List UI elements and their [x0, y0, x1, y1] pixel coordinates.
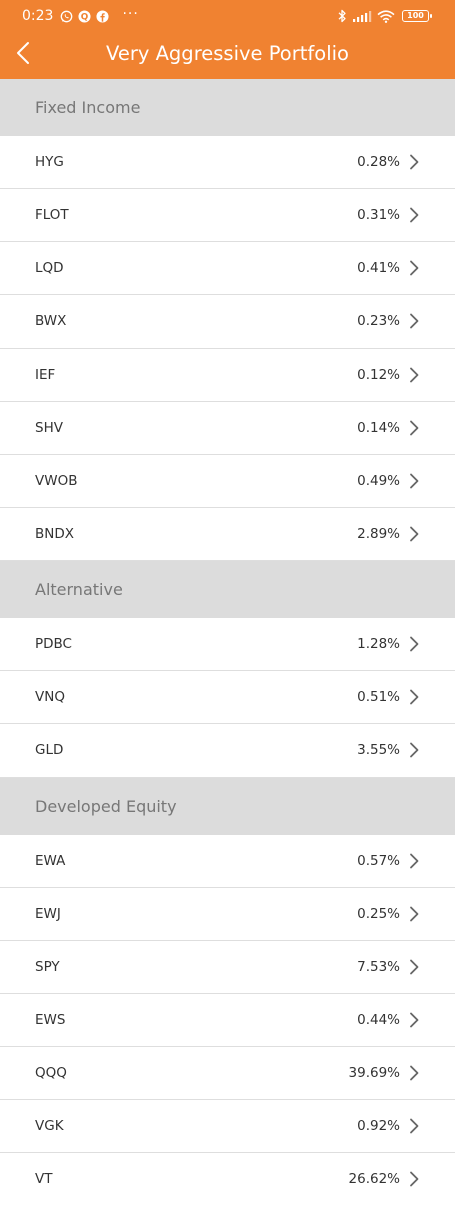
ticker-label: BWX: [35, 313, 67, 330]
weight-value: 0.57%: [357, 852, 400, 869]
status-time: 0:23: [22, 8, 54, 24]
ticker-label: GLD: [35, 742, 64, 759]
weight-value: 2.89%: [357, 526, 400, 543]
weight-value: 0.23%: [357, 313, 400, 330]
list-item[interactable]: EWJ 0.25%: [0, 887, 455, 941]
weight-value: 0.41%: [357, 260, 400, 277]
signal-icon: [352, 10, 372, 22]
wifi-icon: [377, 9, 395, 23]
whatsapp-icon: [60, 10, 73, 23]
chevron-right-icon: [409, 906, 419, 922]
chevron-right-icon: [409, 689, 419, 705]
chevron-right-icon: [409, 207, 419, 223]
svg-text:Q: Q: [81, 12, 89, 22]
weight-value: 0.44%: [357, 1012, 400, 1029]
weight-value: 0.28%: [357, 154, 400, 171]
chevron-right-icon: [409, 1171, 419, 1187]
ticker-label: FLOT: [35, 207, 69, 224]
ticker-label: VGK: [35, 1118, 64, 1135]
ticker-label: EWS: [35, 1012, 66, 1029]
chevron-right-icon: [409, 959, 419, 975]
list-item[interactable]: VWOB 0.49%: [0, 454, 455, 508]
bluetooth-icon: [337, 9, 347, 23]
list-item[interactable]: BNDX 2.89%: [0, 507, 455, 562]
chevron-right-icon: [409, 154, 419, 170]
chevron-right-icon: [409, 636, 419, 652]
list-item[interactable]: EWS 0.44%: [0, 993, 455, 1048]
weight-value: 0.92%: [357, 1118, 400, 1135]
app-header: 0:23 Q ··· 100 Very Aggressive Portfolio: [0, 0, 455, 79]
list-item[interactable]: PDBC 1.28%: [0, 618, 455, 672]
weight-value: 7.53%: [357, 958, 400, 975]
weight-value: 3.55%: [357, 742, 400, 759]
facebook-icon: [96, 9, 109, 23]
list-item[interactable]: IEF 0.12%: [0, 348, 455, 402]
weight-value: 39.69%: [348, 1065, 400, 1082]
more-notifications-icon: ···: [122, 6, 139, 22]
holdings-list: Fixed Income HYG 0.28% FLOT 0.31% LQD 0.41%…: [0, 79, 455, 1205]
status-left: 0:23 Q ···: [22, 6, 139, 24]
chevron-right-icon: [409, 1065, 419, 1081]
ticker-label: SPY: [35, 958, 60, 975]
list-item[interactable]: QQQ 39.69%: [0, 1047, 455, 1101]
battery-icon: 100: [402, 10, 432, 22]
list-item[interactable]: SPY 7.53%: [0, 940, 455, 994]
list-item[interactable]: BWX 0.23%: [0, 295, 455, 349]
chevron-right-icon: [409, 1118, 419, 1134]
chevron-right-icon: [409, 313, 419, 329]
ticker-label: EWA: [35, 852, 66, 869]
list-item[interactable]: HYG 0.28%: [0, 136, 455, 190]
app-screen: 0:23 Q ··· 100 Very Aggressive Portfolio…: [0, 0, 455, 1205]
battery-level: 100: [407, 11, 424, 20]
status-right: 100: [337, 9, 432, 23]
weight-value: 0.31%: [357, 207, 400, 224]
list-item[interactable]: GLD 3.55%: [0, 724, 455, 778]
section-header-fixed-income: Fixed Income: [0, 79, 455, 136]
ticker-label: VT: [35, 1171, 53, 1188]
ticker-label: EWJ: [35, 905, 61, 922]
title-bar: Very Aggressive Portfolio: [0, 32, 455, 79]
chevron-right-icon: [409, 1012, 419, 1028]
chevron-right-icon: [409, 473, 419, 489]
weight-value: 0.49%: [357, 472, 400, 489]
section-header-developed-equity: Developed Equity: [0, 777, 455, 835]
chevron-right-icon: [409, 853, 419, 869]
status-bar: 0:23 Q ··· 100: [0, 0, 455, 32]
list-item[interactable]: SHV 0.14%: [0, 401, 455, 455]
list-item[interactable]: LQD 0.41%: [0, 242, 455, 296]
chevron-right-icon: [409, 260, 419, 276]
ticker-label: PDBC: [35, 636, 72, 653]
page-title: Very Aggressive Portfolio: [106, 42, 349, 65]
weight-value: 26.62%: [348, 1171, 400, 1188]
weight-value: 0.51%: [357, 689, 400, 706]
list-item[interactable]: EWA 0.57%: [0, 834, 455, 888]
ticker-label: IEF: [35, 366, 56, 383]
ticker-label: VWOB: [35, 472, 78, 489]
list-item[interactable]: FLOT 0.31%: [0, 189, 455, 243]
weight-value: 1.28%: [357, 636, 400, 653]
ticker-label: HYG: [35, 154, 64, 171]
chevron-right-icon: [409, 420, 419, 436]
ticker-label: BNDX: [35, 526, 75, 543]
back-button[interactable]: [10, 40, 36, 66]
q-app-icon: Q: [78, 9, 91, 23]
list-item[interactable]: VT 26.62%: [0, 1153, 455, 1205]
ticker-label: SHV: [35, 419, 63, 436]
chevron-left-icon: [17, 42, 29, 64]
weight-value: 0.14%: [357, 419, 400, 436]
weight-value: 0.25%: [357, 905, 400, 922]
list-item[interactable]: VGK 0.92%: [0, 1100, 455, 1154]
section-header-alternative: Alternative: [0, 561, 455, 619]
ticker-label: LQD: [35, 260, 64, 277]
chevron-right-icon: [409, 742, 419, 758]
ticker-label: VNQ: [35, 689, 65, 706]
weight-value: 0.12%: [357, 366, 400, 383]
list-item[interactable]: VNQ 0.51%: [0, 671, 455, 725]
chevron-right-icon: [409, 367, 419, 383]
ticker-label: QQQ: [35, 1065, 67, 1082]
chevron-right-icon: [409, 526, 419, 542]
